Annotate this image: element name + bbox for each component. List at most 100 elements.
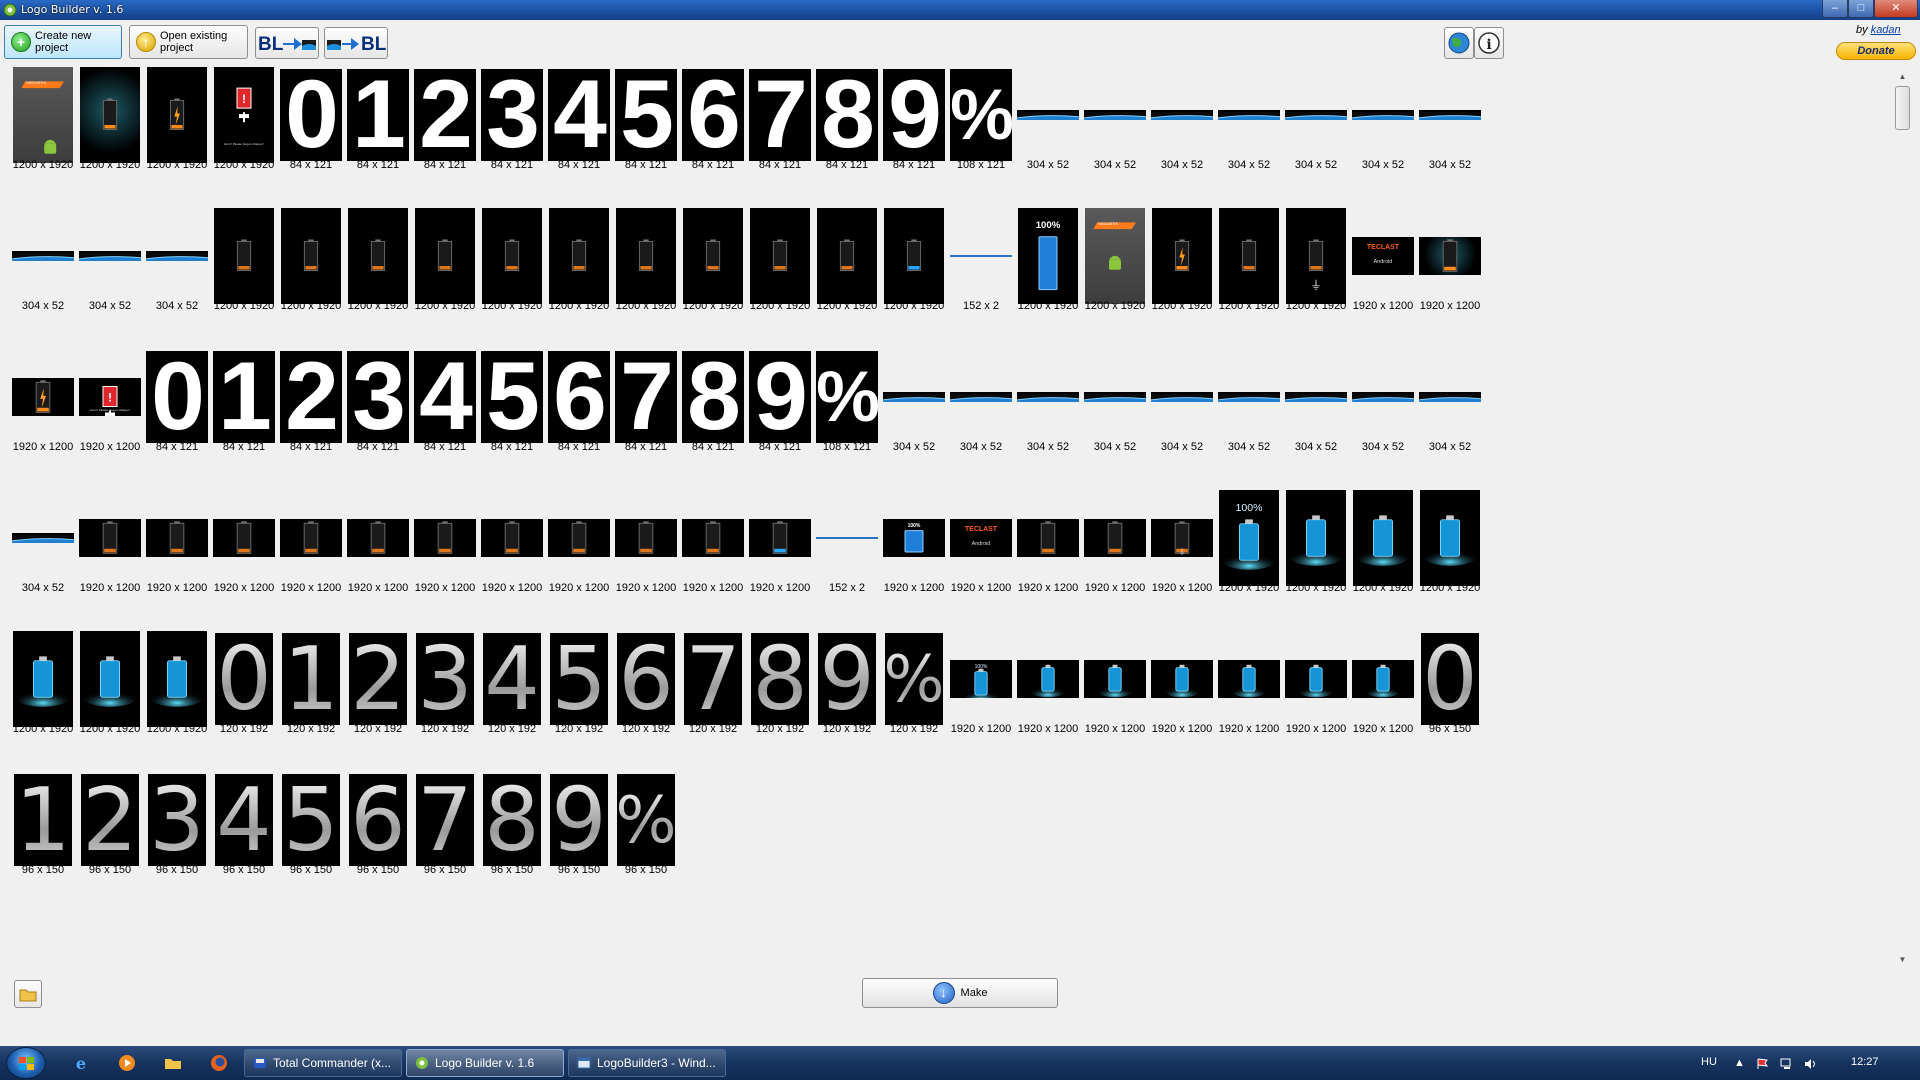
image-thumbnail[interactable] bbox=[883, 391, 945, 403]
image-thumbnail[interactable]: 3 bbox=[147, 774, 207, 866]
image-thumbnail[interactable]: 8 bbox=[751, 633, 809, 725]
image-thumbnail[interactable]: 7 bbox=[415, 774, 475, 866]
image-thumbnail[interactable]: 7 bbox=[615, 351, 677, 443]
image-cell[interactable]: 304 x 52 bbox=[1419, 69, 1501, 209]
image-thumbnail[interactable]: 1 bbox=[13, 774, 73, 866]
tray-expand-icon[interactable]: ▲ bbox=[1734, 1057, 1745, 1069]
image-thumbnail[interactable]: % bbox=[816, 351, 878, 443]
image-thumbnail[interactable]: 3 bbox=[416, 633, 474, 725]
image-thumbnail[interactable] bbox=[1219, 208, 1279, 304]
donate-button[interactable]: Donate bbox=[1836, 42, 1916, 60]
web-button[interactable] bbox=[1444, 27, 1474, 59]
image-thumbnail[interactable]: 0 bbox=[215, 633, 273, 725]
image-thumbnail[interactable] bbox=[79, 250, 141, 262]
image-thumbnail[interactable] bbox=[213, 518, 275, 558]
clock[interactable]: 12:27 bbox=[1851, 1056, 1879, 1068]
scroll-down-arrow[interactable]: ▼ bbox=[1894, 951, 1911, 968]
image-thumbnail[interactable]: 6 bbox=[548, 351, 610, 443]
image-thumbnail[interactable] bbox=[1419, 109, 1481, 121]
image-thumbnail[interactable]: 7 bbox=[749, 69, 811, 161]
image-thumbnail[interactable] bbox=[214, 208, 274, 304]
image-thumbnail[interactable] bbox=[79, 518, 141, 558]
image-thumbnail[interactable]: 5 bbox=[550, 633, 608, 725]
image-thumbnail[interactable]: TECLAST Android bbox=[1352, 236, 1414, 276]
image-thumbnail[interactable]: 4 bbox=[214, 774, 274, 866]
image-thumbnail[interactable] bbox=[1017, 659, 1079, 699]
image-thumbnail[interactable]: 100% bbox=[950, 659, 1012, 699]
image-thumbnail[interactable] bbox=[1218, 391, 1280, 403]
image-thumbnail[interactable] bbox=[1352, 659, 1414, 699]
image-thumbnail[interactable]: 0 bbox=[280, 69, 342, 161]
image-to-bl-button[interactable]: BL bbox=[324, 27, 388, 59]
image-thumbnail[interactable]: 6 bbox=[617, 633, 675, 725]
image-thumbnail[interactable] bbox=[1151, 109, 1213, 121]
image-thumbnail[interactable]: ! Error! Please plug-in charger! bbox=[79, 377, 141, 417]
image-thumbnail[interactable] bbox=[1151, 659, 1213, 699]
image-thumbnail[interactable]: 6 bbox=[348, 774, 408, 866]
task-logobuilder3-window[interactable]: LogoBuilder3 - Wind... bbox=[568, 1049, 726, 1077]
image-thumbnail[interactable]: 9 bbox=[818, 633, 876, 725]
vertical-scrollbar[interactable]: ▲ ▼ bbox=[1894, 68, 1911, 968]
image-thumbnail[interactable] bbox=[817, 208, 877, 304]
image-thumbnail[interactable] bbox=[80, 631, 140, 727]
image-cell[interactable]: % 96 x 150 bbox=[615, 774, 697, 914]
image-thumbnail[interactable]: TECLAST Android bbox=[950, 518, 1012, 558]
image-thumbnail[interactable]: ⏚ bbox=[1151, 518, 1213, 558]
image-thumbnail[interactable]: 7 bbox=[684, 633, 742, 725]
image-thumbnail[interactable]: % bbox=[885, 633, 943, 725]
image-thumbnail[interactable]: % bbox=[950, 69, 1012, 161]
image-thumbnail[interactable]: 5 bbox=[615, 69, 677, 161]
make-button[interactable]: ↓ Make bbox=[862, 978, 1058, 1008]
language-indicator[interactable]: HU bbox=[1701, 1056, 1717, 1068]
image-thumbnail[interactable] bbox=[1017, 518, 1079, 558]
image-thumbnail[interactable] bbox=[1286, 490, 1346, 586]
volume-icon[interactable] bbox=[1804, 1058, 1818, 1070]
image-thumbnail[interactable] bbox=[1084, 391, 1146, 403]
image-thumbnail[interactable] bbox=[482, 208, 542, 304]
close-button[interactable]: ✕ bbox=[1874, 0, 1918, 18]
image-thumbnail[interactable] bbox=[80, 67, 140, 163]
image-thumbnail[interactable] bbox=[1152, 208, 1212, 304]
image-cell[interactable]: 304 x 52 bbox=[1419, 351, 1501, 491]
image-thumbnail[interactable]: 4 bbox=[414, 351, 476, 443]
create-new-project-button[interactable]: + Create new project bbox=[4, 25, 122, 59]
image-thumbnail[interactable] bbox=[549, 208, 609, 304]
image-thumbnail[interactable] bbox=[146, 518, 208, 558]
image-thumbnail[interactable]: 4 bbox=[483, 633, 541, 725]
image-thumbnail[interactable] bbox=[12, 532, 74, 544]
image-thumbnail[interactable] bbox=[548, 518, 610, 558]
image-thumbnail[interactable]: 100% bbox=[1219, 490, 1279, 586]
info-button[interactable]: i bbox=[1474, 27, 1504, 59]
image-thumbnail[interactable] bbox=[749, 518, 811, 558]
image-thumbnail[interactable] bbox=[1218, 109, 1280, 121]
image-cell[interactable]: 1920 x 1200 bbox=[1419, 210, 1501, 350]
image-thumbnail[interactable]: 8 bbox=[682, 351, 744, 443]
image-thumbnail[interactable] bbox=[750, 208, 810, 304]
image-thumbnail[interactable] bbox=[1084, 518, 1146, 558]
image-thumbnail[interactable] bbox=[1017, 391, 1079, 403]
firefox-icon[interactable] bbox=[210, 1054, 228, 1072]
image-thumbnail[interactable]: 3 bbox=[481, 69, 543, 161]
image-thumbnail[interactable]: 0 bbox=[146, 351, 208, 443]
image-thumbnail[interactable]: ⏚ bbox=[1286, 208, 1346, 304]
open-existing-project-button[interactable]: ↑ Open existing project bbox=[129, 25, 248, 59]
scroll-thumb[interactable] bbox=[1895, 86, 1910, 130]
image-thumbnail[interactable]: 1 bbox=[282, 633, 340, 725]
image-thumbnail[interactable] bbox=[1084, 109, 1146, 121]
image-thumbnail[interactable]: 6 bbox=[682, 69, 744, 161]
image-thumbnail[interactable]: 2 bbox=[349, 633, 407, 725]
image-thumbnail[interactable]: % bbox=[616, 774, 676, 866]
image-thumbnail[interactable]: 1 bbox=[347, 69, 409, 161]
image-thumbnail[interactable] bbox=[615, 518, 677, 558]
image-thumbnail[interactable] bbox=[616, 208, 676, 304]
image-thumbnail[interactable] bbox=[146, 250, 208, 262]
image-thumbnail[interactable]: 4 bbox=[548, 69, 610, 161]
image-thumbnail[interactable] bbox=[481, 518, 543, 558]
image-thumbnail[interactable] bbox=[1352, 109, 1414, 121]
image-thumbnail[interactable]: 100% bbox=[1018, 208, 1078, 304]
image-thumbnail[interactable] bbox=[1084, 659, 1146, 699]
image-thumbnail[interactable] bbox=[1419, 391, 1481, 403]
image-thumbnail[interactable] bbox=[147, 631, 207, 727]
image-thumbnail[interactable]: ! Error! Please plug-in charger! bbox=[214, 67, 274, 163]
image-thumbnail[interactable]: 0 bbox=[1420, 633, 1480, 725]
